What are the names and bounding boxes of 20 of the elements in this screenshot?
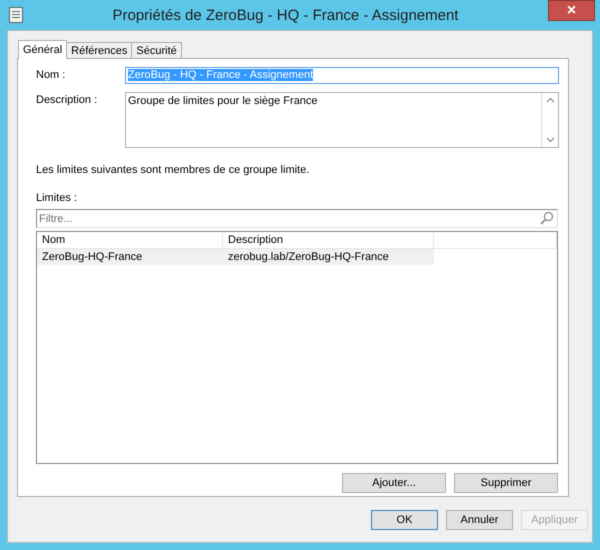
dialog-button[interactable]: Ajouter... [342, 473, 446, 493]
field-label: Description : [36, 93, 98, 108]
document-icon [9, 7, 23, 23]
dialog-button[interactable]: Annuler [446, 510, 513, 530]
section-label: Limites : [36, 192, 78, 204]
scroll-down-icon[interactable] [546, 137, 554, 143]
info-text: Les limites suivantes sont membres de ce groupe limite. [36, 164, 310, 176]
field-label: Nom : [36, 68, 66, 83]
close-button[interactable]: × [548, 0, 595, 21]
tab[interactable]: Sécurité [131, 42, 182, 58]
table-cell: zerobug.lab/ZeroBug-HQ-France [223, 249, 434, 265]
search-icon[interactable] [540, 211, 554, 225]
description-field[interactable]: Groupe de limites pour le siège France [125, 92, 559, 148]
dialog-button[interactable]: Supprimer [454, 473, 558, 493]
scroll-up-icon[interactable] [546, 97, 554, 103]
tab[interactable]: Général [18, 40, 68, 59]
table-cell: ZeroBug-HQ-France [37, 249, 223, 265]
dialog-button[interactable]: OK [371, 510, 438, 530]
window-title: Propriétés de ZeroBug - HQ - France - Assignement [112, 6, 460, 24]
filter-field[interactable]: Filtre... [36, 209, 558, 228]
